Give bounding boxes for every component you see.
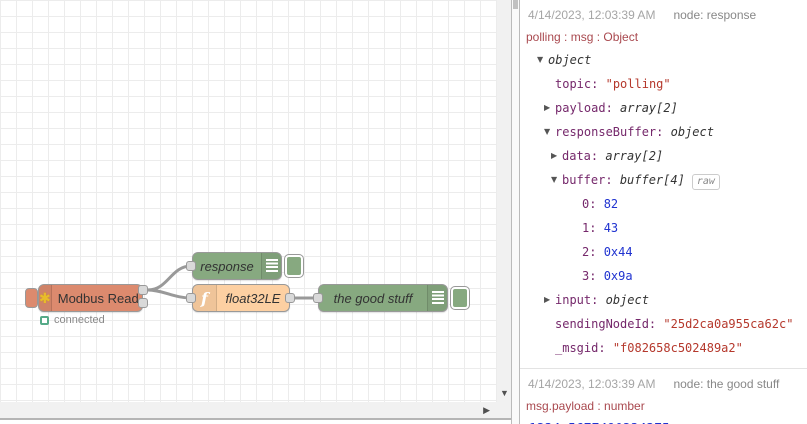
raw-toggle-button[interactable]: raw bbox=[691, 174, 720, 190]
splitter-scroll-thumb[interactable] bbox=[513, 0, 518, 9]
caret-down-icon[interactable]: ▼ bbox=[544, 120, 550, 144]
node-debug-goodstuff[interactable]: the good stuff bbox=[318, 284, 448, 312]
tree-row-root[interactable]: ▼ object bbox=[524, 48, 803, 72]
flow-canvas[interactable]: ✱ Modbus Read connected response f float… bbox=[0, 0, 497, 402]
canvas-horizontal-scrollbar[interactable]: ▶ bbox=[0, 402, 512, 420]
node-function-float32le[interactable]: f float32LE bbox=[192, 284, 290, 312]
goodstuff-debug-toggle-button[interactable] bbox=[450, 286, 470, 310]
node-debug-response[interactable]: response bbox=[192, 252, 282, 280]
node-label-goodstuff: the good stuff bbox=[333, 290, 413, 306]
wire-modbus-to-function[interactable] bbox=[147, 288, 192, 300]
caret-right-icon[interactable]: ▶ bbox=[544, 96, 550, 120]
wire-modbus-to-response[interactable] bbox=[147, 264, 192, 292]
message-source-node: node: the good stuff bbox=[673, 377, 780, 391]
debug-message-goodstuff: 4/14/2023, 12:03:39 AM node: the good stu… bbox=[520, 368, 807, 424]
message-meta: polling : msg : Object bbox=[526, 30, 639, 44]
tree-row-topic: topic: "polling" bbox=[555, 77, 671, 91]
caret-right-icon[interactable]: ▶ bbox=[544, 288, 550, 312]
debug-message-header: 4/14/2023, 12:03:39 AM node: the good stu… bbox=[524, 375, 803, 391]
status-connected-icon bbox=[40, 315, 49, 325]
function-input-port[interactable] bbox=[186, 293, 196, 303]
tree-row-responsebuffer[interactable]: ▼ responseBuffer: object bbox=[524, 120, 803, 144]
tree-row-payload[interactable]: ▶ payload: array[2] bbox=[524, 96, 803, 120]
debug-sidebar: 4/14/2023, 12:03:39 AM node: response pol… bbox=[520, 0, 807, 424]
json-tree: ▼ object topic: "polling" ▶ payload: array… bbox=[524, 44, 803, 360]
message-meta: msg.payload : number bbox=[526, 399, 645, 413]
debug-message-response: 4/14/2023, 12:03:39 AM node: response pol… bbox=[520, 0, 807, 368]
response-debug-toggle-button[interactable] bbox=[284, 254, 304, 278]
tree-row-data[interactable]: ▶ data: array[2] bbox=[524, 144, 803, 168]
status-text: connected bbox=[54, 314, 105, 326]
function-icon: f bbox=[193, 285, 217, 311]
scroll-right-icon[interactable]: ▶ bbox=[483, 405, 490, 416]
payload-number-value: 1234.5677490234375 bbox=[524, 413, 803, 424]
debug-list-icon bbox=[261, 253, 281, 279]
response-input-port[interactable] bbox=[186, 261, 196, 271]
modbus-output-port-2[interactable] bbox=[138, 298, 148, 308]
debug-message-header: 4/14/2023, 12:03:39 AM node: response bbox=[524, 6, 803, 22]
sidebar-splitter[interactable] bbox=[511, 0, 520, 424]
caret-right-icon[interactable]: ▶ bbox=[551, 144, 557, 168]
tree-row-input[interactable]: ▶ input: object bbox=[524, 288, 803, 312]
wires-layer bbox=[147, 264, 318, 300]
tree-row-buffer-2: 2: 0x44 bbox=[582, 245, 633, 259]
message-timestamp: 4/14/2023, 12:03:39 AM bbox=[528, 377, 656, 391]
modbus-node-button[interactable] bbox=[25, 288, 38, 308]
modbus-status: connected bbox=[40, 314, 105, 326]
function-output-port[interactable] bbox=[285, 293, 295, 303]
caret-down-icon[interactable]: ▼ bbox=[537, 48, 543, 72]
node-modbus-read[interactable]: ✱ Modbus Read bbox=[38, 284, 143, 312]
caret-down-icon[interactable]: ▼ bbox=[551, 168, 557, 192]
message-source-node: node: response bbox=[673, 8, 757, 22]
node-label-modbus: Modbus Read bbox=[57, 290, 139, 306]
tree-row-buffer-1: 1: 43 bbox=[582, 221, 619, 235]
node-label-response: response bbox=[200, 258, 254, 274]
tree-row-buffer-0: 0: 82 bbox=[582, 197, 619, 211]
canvas-vertical-scrollbar[interactable]: ▼ bbox=[497, 0, 512, 402]
message-timestamp: 4/14/2023, 12:03:39 AM bbox=[528, 8, 656, 22]
scroll-down-icon[interactable]: ▼ bbox=[497, 388, 512, 398]
tree-row-buffer-3: 3: 0x9a bbox=[582, 269, 633, 283]
modbus-output-port-1[interactable] bbox=[138, 285, 148, 295]
goodstuff-input-port[interactable] bbox=[313, 293, 323, 303]
tree-row-msgid: _msgid: "f082658c502489a2" bbox=[555, 341, 743, 355]
tree-row-sendingnodeid: sendingNodeId: "25d2ca0a955ca62c" bbox=[555, 317, 794, 331]
node-red-window: ✱ Modbus Read connected response f float… bbox=[0, 0, 807, 424]
modbus-icon: ✱ bbox=[39, 285, 52, 311]
node-label-function: float32LE bbox=[225, 290, 281, 306]
debug-list-icon bbox=[427, 285, 447, 311]
tree-row-buffer[interactable]: ▼ buffer: buffer[4] raw bbox=[524, 168, 803, 192]
